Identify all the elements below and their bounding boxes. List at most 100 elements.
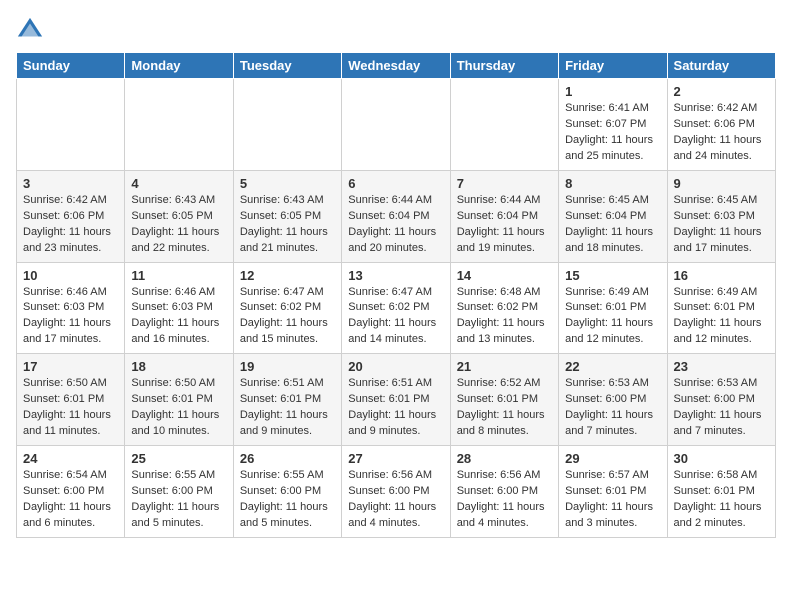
calendar-cell — [17, 79, 125, 171]
day-number: 26 — [240, 451, 335, 466]
calendar-cell: 12 Sunrise: 6:47 AM Sunset: 6:02 PM Dayli… — [233, 262, 341, 354]
day-number: 20 — [348, 359, 443, 374]
calendar-cell: 21 Sunrise: 6:52 AM Sunset: 6:01 PM Dayli… — [450, 354, 558, 446]
week-row-2: 3 Sunrise: 6:42 AM Sunset: 6:06 PM Daylig… — [17, 170, 776, 262]
week-row-5: 24 Sunrise: 6:54 AM Sunset: 6:00 PM Dayli… — [17, 446, 776, 538]
calendar-cell: 24 Sunrise: 6:54 AM Sunset: 6:00 PM Dayli… — [17, 446, 125, 538]
day-number: 16 — [674, 268, 769, 283]
cell-info: Sunrise: 6:56 AM Sunset: 6:00 PM Dayligh… — [457, 468, 552, 532]
calendar-cell: 17Sunrise: 6:50 AM Sunset: 6:01 PM Dayli… — [17, 354, 125, 446]
day-header-friday: Friday — [559, 53, 667, 79]
calendar-cell: 6 Sunrise: 6:44 AM Sunset: 6:04 PM Daylig… — [342, 170, 450, 262]
calendar-cell: 23 Sunrise: 6:53 AM Sunset: 6:00 PM Dayli… — [667, 354, 775, 446]
calendar-cell: 27 Sunrise: 6:56 AM Sunset: 6:00 PM Dayli… — [342, 446, 450, 538]
day-number: 11 — [131, 268, 226, 283]
day-number: 10 — [23, 268, 118, 283]
page-header — [16, 16, 776, 44]
cell-info: Sunrise: 6:55 AM Sunset: 6:00 PM Dayligh… — [240, 468, 335, 532]
cell-info: Sunrise: 6:56 AM Sunset: 6:00 PM Dayligh… — [348, 468, 443, 532]
calendar-cell: 3 Sunrise: 6:42 AM Sunset: 6:06 PM Daylig… — [17, 170, 125, 262]
cell-info: Sunrise: 6:43 AM Sunset: 6:05 PM Dayligh… — [240, 193, 335, 257]
day-number: 27 — [348, 451, 443, 466]
day-header-monday: Monday — [125, 53, 233, 79]
cell-info: Sunrise: 6:51 AM Sunset: 6:01 PM Dayligh… — [240, 376, 335, 440]
day-number: 22 — [565, 359, 660, 374]
cell-info: Sunrise: 6:52 AM Sunset: 6:01 PM Dayligh… — [457, 376, 552, 440]
calendar-cell: 8 Sunrise: 6:45 AM Sunset: 6:04 PM Daylig… — [559, 170, 667, 262]
week-row-1: 1 Sunrise: 6:41 AM Sunset: 6:07 PM Daylig… — [17, 79, 776, 171]
cell-info: Sunrise: 6:43 AM Sunset: 6:05 PM Dayligh… — [131, 193, 226, 257]
day-number: 8 — [565, 176, 660, 191]
cell-info: Sunrise: 6:44 AM Sunset: 6:04 PM Dayligh… — [457, 193, 552, 257]
day-number: 5 — [240, 176, 335, 191]
day-number: 14 — [457, 268, 552, 283]
cell-info: Sunrise: 6:57 AM Sunset: 6:01 PM Dayligh… — [565, 468, 660, 532]
calendar-cell — [233, 79, 341, 171]
cell-info: Sunrise: 6:58 AM Sunset: 6:01 PM Dayligh… — [674, 468, 769, 532]
logo — [16, 16, 48, 44]
cell-info: Sunrise: 6:49 AM Sunset: 6:01 PM Dayligh… — [674, 285, 769, 349]
calendar-cell: 20Sunrise: 6:51 AM Sunset: 6:01 PM Dayli… — [342, 354, 450, 446]
cell-info: Sunrise: 6:54 AM Sunset: 6:00 PM Dayligh… — [23, 468, 118, 532]
calendar-cell: 15 Sunrise: 6:49 AM Sunset: 6:01 PM Dayli… — [559, 262, 667, 354]
day-number: 7 — [457, 176, 552, 191]
calendar-cell: 1 Sunrise: 6:41 AM Sunset: 6:07 PM Daylig… — [559, 79, 667, 171]
calendar-cell: 16 Sunrise: 6:49 AM Sunset: 6:01 PM Dayli… — [667, 262, 775, 354]
calendar-cell: 11 Sunrise: 6:46 AM Sunset: 6:03 PM Dayli… — [125, 262, 233, 354]
day-number: 12 — [240, 268, 335, 283]
day-header-wednesday: Wednesday — [342, 53, 450, 79]
day-number: 21 — [457, 359, 552, 374]
day-number: 28 — [457, 451, 552, 466]
calendar-cell: 2 Sunrise: 6:42 AM Sunset: 6:06 PM Daylig… — [667, 79, 775, 171]
cell-info: Sunrise: 6:53 AM Sunset: 6:00 PM Dayligh… — [674, 376, 769, 440]
day-number: 6 — [348, 176, 443, 191]
day-number: 18 — [131, 359, 226, 374]
calendar-cell: 29Sunrise: 6:57 AM Sunset: 6:01 PM Dayli… — [559, 446, 667, 538]
logo-icon — [16, 16, 44, 44]
day-header-tuesday: Tuesday — [233, 53, 341, 79]
day-header-sunday: Sunday — [17, 53, 125, 79]
cell-info: Sunrise: 6:42 AM Sunset: 6:06 PM Dayligh… — [674, 101, 769, 165]
calendar-cell: 28 Sunrise: 6:56 AM Sunset: 6:00 PM Dayli… — [450, 446, 558, 538]
day-number: 30 — [674, 451, 769, 466]
calendar-cell: 18 Sunrise: 6:50 AM Sunset: 6:01 PM Dayli… — [125, 354, 233, 446]
day-number: 23 — [674, 359, 769, 374]
calendar-cell: 9Sunrise: 6:45 AM Sunset: 6:03 PM Daylig… — [667, 170, 775, 262]
day-number: 25 — [131, 451, 226, 466]
day-number: 3 — [23, 176, 118, 191]
day-header-thursday: Thursday — [450, 53, 558, 79]
calendar-cell: 5 Sunrise: 6:43 AM Sunset: 6:05 PM Daylig… — [233, 170, 341, 262]
calendar-cell: 22 Sunrise: 6:53 AM Sunset: 6:00 PM Dayli… — [559, 354, 667, 446]
cell-info: Sunrise: 6:46 AM Sunset: 6:03 PM Dayligh… — [131, 285, 226, 349]
calendar-cell: 19 Sunrise: 6:51 AM Sunset: 6:01 PM Dayli… — [233, 354, 341, 446]
day-number: 4 — [131, 176, 226, 191]
cell-info: Sunrise: 6:45 AM Sunset: 6:04 PM Dayligh… — [565, 193, 660, 257]
calendar-cell — [342, 79, 450, 171]
day-number: 19 — [240, 359, 335, 374]
day-number: 2 — [674, 84, 769, 99]
calendar-cell: 10 Sunrise: 6:46 AM Sunset: 6:03 PM Dayli… — [17, 262, 125, 354]
cell-info: Sunrise: 6:47 AM Sunset: 6:02 PM Dayligh… — [240, 285, 335, 349]
day-number: 1 — [565, 84, 660, 99]
cell-info: Sunrise: 6:46 AM Sunset: 6:03 PM Dayligh… — [23, 285, 118, 349]
calendar-cell — [450, 79, 558, 171]
calendar-cell: 14 Sunrise: 6:48 AM Sunset: 6:02 PM Dayli… — [450, 262, 558, 354]
day-number: 17 — [23, 359, 118, 374]
calendar-cell — [125, 79, 233, 171]
cell-info: Sunrise: 6:47 AM Sunset: 6:02 PM Dayligh… — [348, 285, 443, 349]
day-number: 15 — [565, 268, 660, 283]
cell-info: Sunrise: 6:42 AM Sunset: 6:06 PM Dayligh… — [23, 193, 118, 257]
calendar-cell: 7 Sunrise: 6:44 AM Sunset: 6:04 PM Daylig… — [450, 170, 558, 262]
day-number: 9 — [674, 176, 769, 191]
header-row: SundayMondayTuesdayWednesdayThursdayFrid… — [17, 53, 776, 79]
calendar-cell: 30 Sunrise: 6:58 AM Sunset: 6:01 PM Dayli… — [667, 446, 775, 538]
day-header-saturday: Saturday — [667, 53, 775, 79]
day-number: 24 — [23, 451, 118, 466]
cell-info: Sunrise: 6:44 AM Sunset: 6:04 PM Dayligh… — [348, 193, 443, 257]
cell-info: Sunrise: 6:53 AM Sunset: 6:00 PM Dayligh… — [565, 376, 660, 440]
cell-info: Sunrise: 6:48 AM Sunset: 6:02 PM Dayligh… — [457, 285, 552, 349]
week-row-3: 10 Sunrise: 6:46 AM Sunset: 6:03 PM Dayli… — [17, 262, 776, 354]
cell-info: Sunrise: 6:41 AM Sunset: 6:07 PM Dayligh… — [565, 101, 660, 165]
cell-info: Sunrise: 6:50 AM Sunset: 6:01 PM Dayligh… — [131, 376, 226, 440]
cell-info: Sunrise: 6:49 AM Sunset: 6:01 PM Dayligh… — [565, 285, 660, 349]
